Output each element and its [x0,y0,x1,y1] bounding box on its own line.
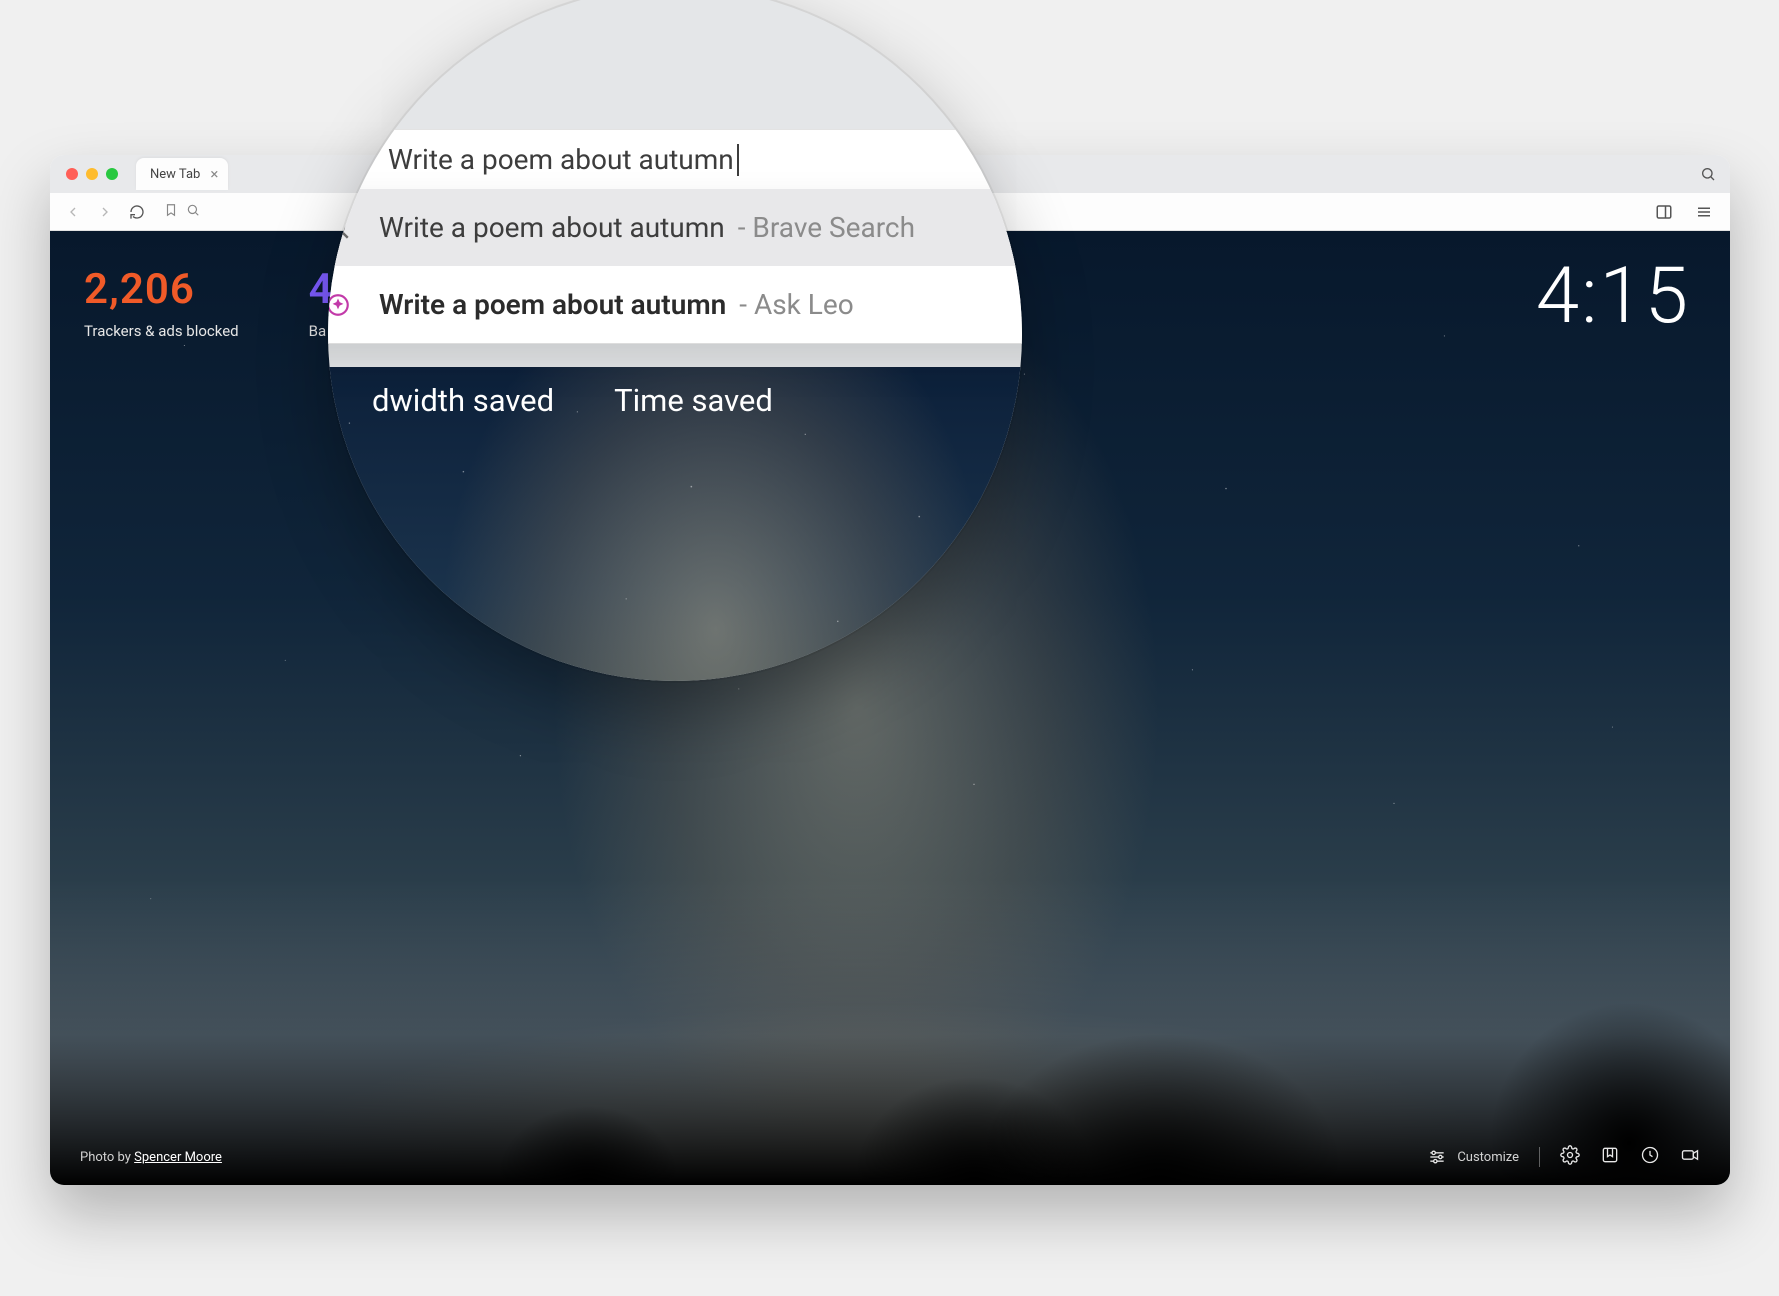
photographer-link[interactable]: Spencer Moore [134,1150,222,1165]
settings-icon[interactable] [1560,1145,1580,1169]
tab-close-icon[interactable]: × [210,165,218,183]
suggestion-query: Write a poem about autumn [379,288,726,321]
search-tabs-icon[interactable] [1696,162,1720,186]
tab-new[interactable]: New Tab × [136,158,228,190]
stat-bandwidth-label-partial: dwidth saved [372,382,554,419]
stat-trackers-value: 2,206 [84,265,239,314]
omnibox-input-text: Write a poem about autumn [388,143,734,176]
stat-time-label: Time saved [614,382,773,419]
suggestion-query: Write a poem about autumn [379,211,725,244]
reload-button[interactable] [128,204,146,220]
window-controls [66,168,118,180]
history-icon[interactable] [1640,1145,1660,1169]
customize-label: Customize [1457,1150,1519,1165]
maximize-window-button[interactable] [106,168,118,180]
suggestion-ask-leo[interactable]: Write a poem about autumn - Ask Leo [328,266,1022,343]
customize-button[interactable]: Customize [1427,1147,1519,1167]
minimize-window-button[interactable] [86,168,98,180]
magnified-stat-labels: dwidth saved Time saved [328,382,1022,419]
magnifier-overlay: Write a poem about autumn Write a poem a… [328,0,1022,681]
suggestion-source: Ask Leo [754,288,854,321]
stat-trackers: 2,206 Trackers & ads blocked [84,265,239,340]
clock: 4:15 [1536,251,1690,342]
stats-panel: 2,206 Trackers & ads blocked 4 Ba [84,265,334,340]
magnified-omnibox[interactable]: Write a poem about autumn [328,129,1022,189]
suggestion-source: Brave Search [752,211,915,244]
suggestion-brave-search[interactable]: Write a poem about autumn - Brave Search [328,189,1022,266]
footer: Photo by Spencer Moore Customize [50,1129,1730,1185]
text-cursor [737,144,739,176]
leo-icon [328,290,353,320]
bookmark-icon[interactable] [164,203,178,221]
sidebar-toggle-icon[interactable] [1652,200,1676,224]
photo-credit: Photo by Spencer Moore [80,1150,222,1165]
magnified-tabstrip [328,0,1022,129]
tab-title: New Tab [150,167,200,182]
site-info-icon[interactable] [186,203,200,221]
bookmarks-icon[interactable] [1600,1145,1620,1169]
video-icon[interactable] [1680,1145,1700,1169]
forward-button[interactable] [96,204,114,220]
footer-divider [1539,1147,1540,1167]
omnibox-suggestions: Write a poem about autumn - Brave Search… [328,189,1022,344]
close-window-button[interactable] [66,168,78,180]
hamburger-menu-icon[interactable] [1692,200,1716,224]
sliders-icon [1427,1147,1447,1167]
stat-trackers-label: Trackers & ads blocked [84,322,239,340]
back-button[interactable] [64,204,82,220]
search-icon [328,213,353,243]
